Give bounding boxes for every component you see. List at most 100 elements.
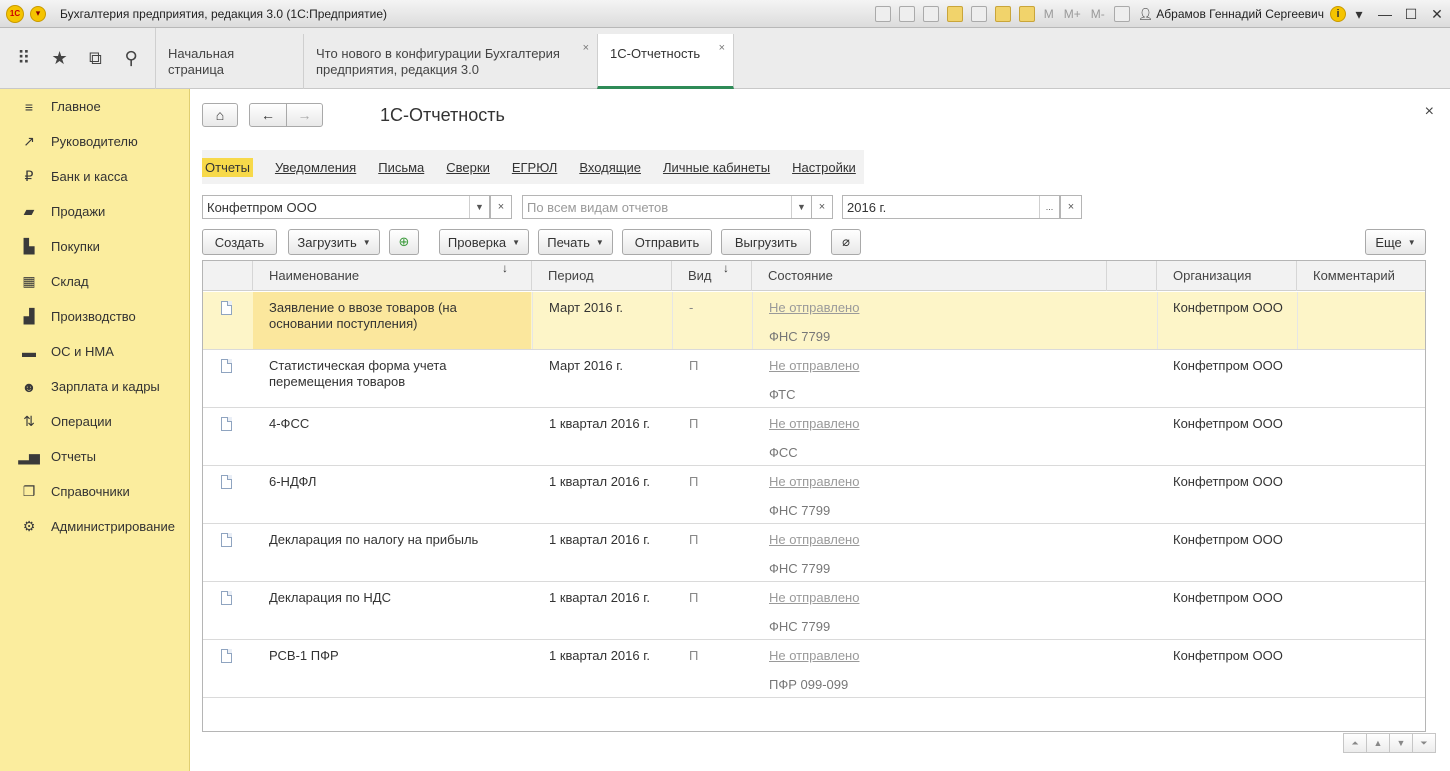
minimize-icon[interactable]: — bbox=[1372, 6, 1398, 22]
window-menu-icon[interactable]: ▾ bbox=[1346, 6, 1372, 23]
period-select-button[interactable]: ... bbox=[1039, 196, 1059, 218]
period-clear-button[interactable]: × bbox=[1060, 195, 1082, 219]
tab-1c-reporting[interactable]: 1С-Отчетность × bbox=[597, 34, 734, 89]
column-name[interactable]: Наименование bbox=[253, 261, 532, 291]
period-field[interactable]: 2016 г. ... bbox=[842, 195, 1060, 219]
tab-whats-new[interactable]: Что нового в конфигурации Бухгалтерия пр… bbox=[304, 34, 598, 89]
row-state-link[interactable]: Не отправлено bbox=[769, 648, 859, 664]
forward-button[interactable]: → bbox=[286, 103, 323, 127]
column-org[interactable]: Организация bbox=[1157, 261, 1297, 291]
panel-layout-icon[interactable] bbox=[1113, 6, 1130, 22]
table-row[interactable]: Статистическая форма учета перемещения т… bbox=[203, 350, 1425, 408]
organization-field[interactable]: Конфетпром ООО ▼ bbox=[202, 195, 490, 219]
sidebar-item-main[interactable]: ≡ Главное bbox=[0, 89, 189, 124]
load-button[interactable]: Загрузить ▼ bbox=[288, 229, 380, 255]
sidebar-item-operations[interactable]: ⇅ Операции bbox=[0, 404, 189, 439]
row-state-link[interactable]: Не отправлено bbox=[769, 358, 859, 374]
close-form-icon[interactable]: × bbox=[1425, 103, 1434, 121]
row-organization: Конфетпром ООО bbox=[1173, 474, 1283, 489]
column-state[interactable]: Состояние bbox=[752, 261, 1107, 291]
memory-m-button[interactable]: M bbox=[1044, 7, 1054, 21]
attachment-button[interactable]: ⌀ bbox=[831, 229, 861, 255]
nav-incoming[interactable]: Входящие bbox=[579, 160, 641, 175]
export-button[interactable]: Выгрузить bbox=[721, 229, 811, 255]
create-button[interactable]: Создать bbox=[202, 229, 277, 255]
more-button[interactable]: Еще ▼ bbox=[1365, 229, 1426, 255]
app-logo-icon[interactable]: 1С bbox=[6, 4, 24, 23]
sidebar-item-warehouse[interactable]: ▦ Склад bbox=[0, 264, 189, 299]
memory-minus-button[interactable]: M- bbox=[1091, 7, 1105, 21]
sidebar-item-reports[interactable]: ▂▅ Отчеты bbox=[0, 439, 189, 474]
search-icon[interactable]: ⚲ bbox=[117, 45, 145, 73]
table-row[interactable]: Декларация по налогу на прибыль 1 кварта… bbox=[203, 524, 1425, 582]
scroll-up-icon[interactable]: ▲ bbox=[1366, 733, 1390, 753]
close-window-icon[interactable]: ✕ bbox=[1424, 6, 1450, 23]
sidebar-item-admin[interactable]: ⚙ Администрирование bbox=[0, 509, 189, 544]
scroll-top-icon[interactable]: ⏶ bbox=[1343, 733, 1367, 753]
tab-home[interactable]: Начальная страница bbox=[156, 34, 304, 89]
sidebar-item-label: Продажи bbox=[51, 204, 106, 219]
row-state-link[interactable]: Не отправлено bbox=[769, 300, 859, 316]
row-state-link[interactable]: Не отправлено bbox=[769, 590, 859, 606]
favorites-star-icon[interactable]: ★ bbox=[46, 45, 74, 73]
history-icon[interactable]: ⧉ bbox=[81, 45, 109, 73]
favorite-icon[interactable] bbox=[946, 6, 963, 22]
nav-reconciliations[interactable]: Сверки bbox=[446, 160, 490, 175]
sections-grid-icon[interactable]: ⠿ bbox=[10, 45, 38, 73]
calendar-icon[interactable] bbox=[1018, 6, 1035, 22]
preview-icon[interactable] bbox=[922, 6, 939, 22]
window-titlebar: 1С ▾ Бухгалтерия предприятия, редакция 3… bbox=[0, 0, 1450, 28]
maximize-icon[interactable]: ☐ bbox=[1398, 6, 1424, 23]
close-icon[interactable]: × bbox=[719, 40, 725, 56]
memory-plus-button[interactable]: M+ bbox=[1064, 7, 1081, 21]
report-type-field[interactable]: По всем видам отчетов ▼ bbox=[522, 195, 812, 219]
scroll-down-icon[interactable]: ▼ bbox=[1389, 733, 1413, 753]
column-period[interactable]: Период bbox=[532, 261, 672, 291]
home-button[interactable]: ⌂ bbox=[202, 103, 238, 127]
info-icon[interactable]: i bbox=[1330, 6, 1346, 22]
sidebar-item-purchases[interactable]: ▙ Покупки bbox=[0, 229, 189, 264]
nav-personal-accounts[interactable]: Личные кабинеты bbox=[663, 160, 770, 175]
column-comment[interactable]: Комментарий bbox=[1297, 261, 1425, 291]
sidebar-item-fixed-assets[interactable]: ▬ ОС и НМА bbox=[0, 334, 189, 369]
table-row[interactable]: 6-НДФЛ 1 квартал 2016 г. П Не отправлено… bbox=[203, 466, 1425, 524]
nav-egrul[interactable]: ЕГРЮЛ bbox=[512, 160, 557, 175]
check-button[interactable]: Проверка ▼ bbox=[439, 229, 529, 255]
table-row[interactable]: Заявление о ввозе товаров (на основании … bbox=[203, 292, 1425, 350]
calculator-icon[interactable] bbox=[994, 6, 1011, 22]
factory-icon: ▟ bbox=[23, 308, 35, 324]
sidebar-item-sales[interactable]: ▰ Продажи bbox=[0, 194, 189, 229]
save-icon[interactable] bbox=[874, 6, 891, 22]
report-type-clear-button[interactable]: × bbox=[811, 195, 833, 219]
table-row[interactable]: 4-ФСС 1 квартал 2016 г. П Не отправлено … bbox=[203, 408, 1425, 466]
row-recipient: ФНС 7799 bbox=[769, 329, 831, 344]
sidebar-item-catalogs[interactable]: ❐ Справочники bbox=[0, 474, 189, 509]
history-icon[interactable] bbox=[970, 6, 987, 22]
print-icon[interactable] bbox=[898, 6, 915, 22]
close-icon[interactable]: × bbox=[583, 40, 589, 56]
sidebar-item-production[interactable]: ▟ Производство bbox=[0, 299, 189, 334]
sidebar-item-manager[interactable]: ↗ Руководителю bbox=[0, 124, 189, 159]
add-from-template-button[interactable]: ⊕ bbox=[389, 229, 419, 255]
organization-clear-button[interactable]: × bbox=[490, 195, 512, 219]
nav-letters[interactable]: Письма bbox=[378, 160, 424, 175]
nav-reports[interactable]: Отчеты bbox=[202, 157, 253, 177]
main-menu-icon[interactable]: ▾ bbox=[30, 5, 46, 22]
send-button[interactable]: Отправить bbox=[622, 229, 712, 255]
table-row[interactable]: Декларация по НДС 1 квартал 2016 г. П Не… bbox=[203, 582, 1425, 640]
print-button[interactable]: Печать ▼ bbox=[538, 229, 613, 255]
back-button[interactable]: ← bbox=[249, 103, 287, 127]
chevron-down-icon[interactable]: ▼ bbox=[791, 196, 811, 218]
nav-notifications[interactable]: Уведомления bbox=[275, 160, 356, 175]
nav-settings[interactable]: Настройки bbox=[792, 160, 856, 175]
current-user[interactable]: 👤︎ Абрамов Геннадий Сергеевич bbox=[1138, 7, 1324, 21]
chevron-down-icon[interactable]: ▼ bbox=[469, 196, 489, 218]
row-state-link[interactable]: Не отправлено bbox=[769, 416, 859, 432]
column-vid[interactable]: Вид bbox=[672, 261, 752, 291]
sidebar-item-salary[interactable]: ☻ Зарплата и кадры bbox=[0, 369, 189, 404]
table-row[interactable]: РСВ-1 ПФР 1 квартал 2016 г. П Не отправл… bbox=[203, 640, 1425, 698]
scroll-bottom-icon[interactable]: ⏷ bbox=[1412, 733, 1436, 753]
sidebar-item-bank[interactable]: ₽ Банк и касса bbox=[0, 159, 189, 194]
row-state-link[interactable]: Не отправлено bbox=[769, 532, 859, 548]
row-state-link[interactable]: Не отправлено bbox=[769, 474, 859, 490]
